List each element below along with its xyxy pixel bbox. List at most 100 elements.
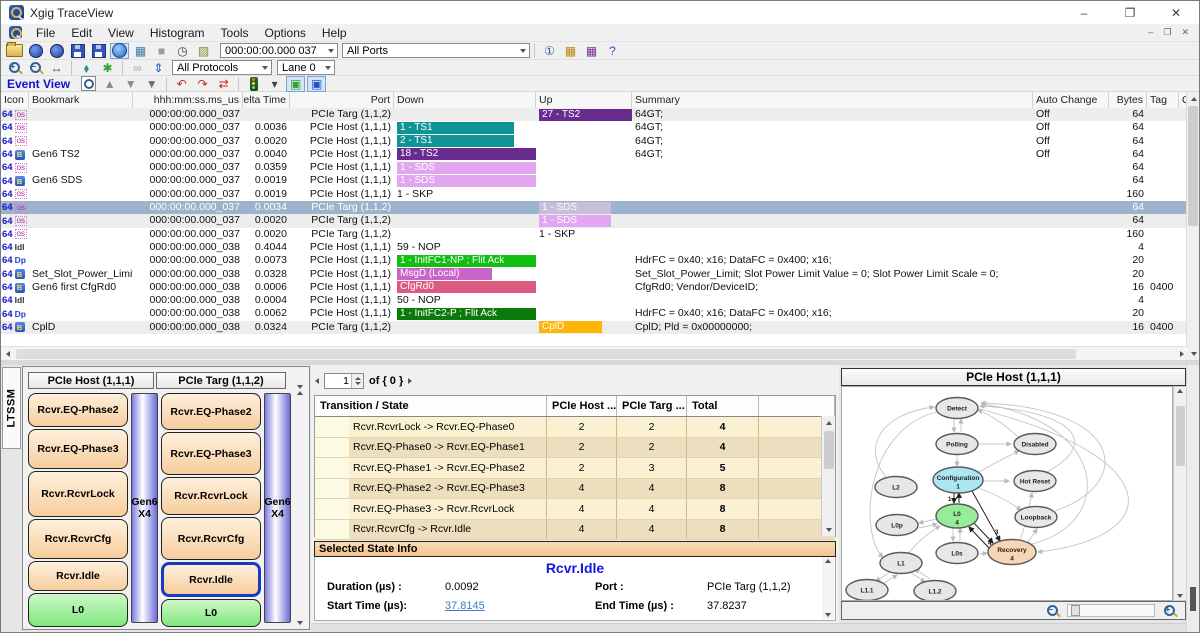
menu-tools[interactable]: Tools [213,26,257,40]
trigger-light-icon[interactable] [244,76,263,92]
transition-row[interactable]: Rcvr.EQ-Phase2 -> Rcvr.EQ-Phase3448 [315,479,835,500]
ltssm-tab[interactable]: LTSSM [2,367,21,449]
ltssm-state-l0[interactable]: L0 [161,599,261,627]
expert-view-icon[interactable]: ▦ [561,43,580,59]
grid-view-icon[interactable]: ▦ [131,43,150,59]
ltssm-state-rcvr-eq-phase3[interactable]: Rcvr.EQ-Phase3 [161,432,261,475]
ports-selector[interactable]: All Ports [342,43,530,58]
jump-back-icon[interactable]: ↶ [172,76,191,92]
table-row[interactable]: 64os000:00:00.000_0370.0034PCIe Targ (1,… [1,201,1188,214]
menu-view[interactable]: View [100,26,142,40]
state-node-polling[interactable]: Polling [936,434,978,455]
table-row[interactable]: 64os000:00:00.000_0370.0036PCIe Host (1,… [1,121,1188,134]
chevron-down-icon[interactable] [324,49,337,53]
transition-row[interactable]: Rcvr.EQ-Phase3 -> Rcvr.RcvrLock448 [315,499,835,520]
transition-row[interactable]: Rcvr.RcvrCfg -> Rcvr.Idle448 [315,520,835,541]
protocol-view-icon[interactable]: ▦ [582,43,601,59]
ltssm-state-rcvr-rcvrcfg[interactable]: Rcvr.RcvrCfg [161,517,261,560]
state-node-recovery[interactable]: Recovery4 [988,540,1036,565]
stop-icon[interactable]: ■ [152,43,171,59]
table-row[interactable]: 64BGen6 first CfgRd0000:00:00.000_0380.0… [1,281,1188,294]
ltssm-targ-header[interactable]: PCIe Targ (1,1,2) [156,372,286,389]
transition-row[interactable]: Rcvr.EQ-Phase1 -> Rcvr.EQ-Phase2235 [315,458,835,479]
column-header-auto-change[interactable]: Auto Change [1033,92,1109,108]
table-row[interactable]: 64os000:00:00.000_0370.0020PCIe Targ (1,… [1,228,1188,241]
open-trace-icon[interactable] [5,43,24,59]
scroll-down-icon[interactable] [1177,594,1183,598]
table-row[interactable]: 64BSet_Slot_Power_Limit000:00:00.000_038… [1,268,1188,281]
table-row[interactable]: 64Dp000:00:00.000_0380.0062PCIe Host (1,… [1,307,1188,320]
zoom-in-button[interactable]: + [1160,603,1179,619]
menu-histogram[interactable]: Histogram [142,26,213,40]
chevron-down-icon[interactable] [321,66,334,70]
inspect-event-icon[interactable] [79,76,98,92]
menu-help[interactable]: Help [314,26,355,40]
table-row[interactable]: 64os000:00:00.000_0370.0020PCIe Host (1,… [1,135,1188,148]
scroll-down-icon[interactable] [822,523,835,536]
table-row[interactable]: 64Dp000:00:00.000_0380.0073PCIe Host (1,… [1,254,1188,267]
table-row[interactable]: 64BGen6 TS2000:00:00.000_0370.0040PCIe H… [1,148,1188,161]
mdi-close-button[interactable]: ✕ [1181,27,1189,38]
menu-options[interactable]: Options [257,26,314,40]
marker-icon[interactable]: ✱ [98,60,117,76]
table-row[interactable]: 64os000:00:00.000_0370.0019PCIe Host (1,… [1,188,1188,201]
capture-settings-icon[interactable] [110,43,129,59]
fit-width-icon[interactable]: ↔ [47,60,66,76]
ltssm-state-rcvr-eq-phase3[interactable]: Rcvr.EQ-Phase3 [28,429,128,469]
state-node-l0[interactable]: L04 [936,504,978,528]
col-pcie-targ[interactable]: PCIe Targ ... [617,396,687,416]
timer-icon[interactable]: ◷ [173,43,192,59]
minimize-button[interactable]: – [1061,1,1107,24]
ltssm-scrollbar[interactable] [293,391,306,625]
goto-event-icon[interactable]: ⇄ [214,76,233,92]
trace-vertical-scrollbar[interactable] [1186,92,1199,360]
ltssm-state-rcvr-eq-phase2[interactable]: Rcvr.EQ-Phase2 [28,393,128,427]
scroll-left-icon[interactable] [1,347,14,360]
close-button[interactable]: ✕ [1153,1,1199,24]
zoom-slider-thumb[interactable] [1071,605,1080,616]
column-header-summary[interactable]: Summary [632,92,1033,108]
ltssm-state-rcvr-eq-phase2[interactable]: Rcvr.EQ-Phase2 [161,393,261,430]
sync-icon[interactable]: ⇕ [149,60,168,76]
mdi-minimize-button[interactable]: – [1148,27,1153,38]
state-node-loopback[interactable]: Loopback [1015,507,1057,528]
state-node-l2[interactable]: L2 [875,477,917,498]
column-header-port[interactable]: Port [290,92,394,108]
lane-selector[interactable]: Lane 0 [277,60,335,75]
chevron-down-icon[interactable] [258,66,271,70]
expand-all-icon[interactable]: ▣ [286,76,305,92]
transition-scrollbar[interactable] [821,416,835,536]
transition-row[interactable]: Rcvr.RcvrLock -> Rcvr.EQ-Phase0224 [315,417,835,438]
mdi-restore-button[interactable]: ❐ [1163,27,1171,38]
start-time-link[interactable]: 37.8145 [445,600,595,612]
help-icon[interactable]: ? [603,43,622,59]
state-node-l1-2[interactable]: L1.2 [914,581,956,601]
ltssm-state-rcvr-idle[interactable]: Rcvr.Idle [161,562,261,597]
ltssm-state-rcvr-rcvrcfg[interactable]: Rcvr.RcvrCfg [28,519,128,559]
scroll-up-icon[interactable] [297,391,303,395]
ltssm-state-rcvr-rcvrlock[interactable]: Rcvr.RcvrLock [28,471,128,517]
table-row[interactable]: 64BCplD000:00:00.000_0380.0324PCIe Targ … [1,321,1188,334]
table-row[interactable]: 64BGen6 SDS000:00:00.000_0370.0019PCIe H… [1,174,1188,187]
protocols-selector[interactable]: All Protocols [172,60,272,75]
restore-button[interactable]: ❐ [1107,1,1153,24]
scroll-down-icon[interactable] [825,613,831,617]
table-row[interactable]: 64os000:00:00.000_037PCIe Targ (1,1,2)27… [1,108,1188,121]
recent-capture-icon[interactable] [26,43,45,59]
state-node-hot-reset[interactable]: Hot Reset [1014,471,1056,492]
prev-event-icon[interactable]: ▲ [100,76,119,92]
state-info-scrollbar[interactable] [822,557,834,619]
ltssm-state-l0[interactable]: L0 [28,593,128,627]
menu-file[interactable]: File [28,26,63,40]
ltssm-state-rcvr-rcvrlock[interactable]: Rcvr.RcvrLock [161,477,261,515]
column-header-hhh-mm-ss-ms-us[interactable]: hhh:mm:ss.ms_us [133,92,243,108]
state-node-l0s[interactable]: L0s [936,543,978,564]
trigger-dropdown-icon[interactable]: ▾ [265,76,284,92]
table-row[interactable]: 64Idl000:00:00.000_0380.4044PCIe Host (1… [1,241,1188,254]
statistics-icon[interactable]: ▨ [194,43,213,59]
nav-next-icon[interactable] [408,378,412,384]
window-edge-scrollbar[interactable] [1186,365,1199,633]
scroll-up-icon[interactable] [1187,92,1200,105]
state-node-l0p[interactable]: L0p [876,515,918,536]
search-icon[interactable]: ∞ [128,60,147,76]
